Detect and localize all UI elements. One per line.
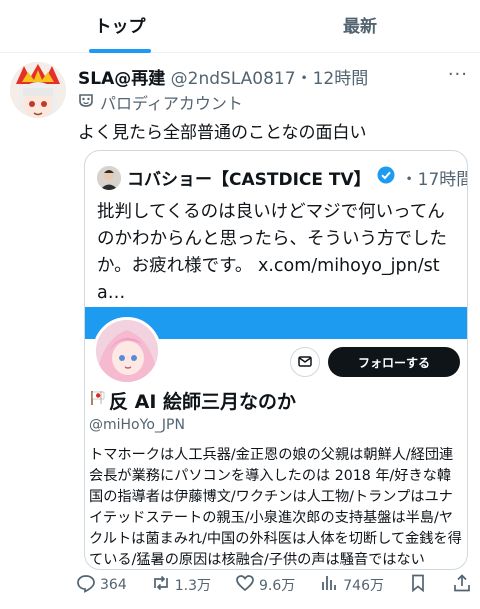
like-icon (235, 573, 255, 597)
reply-icon (76, 573, 96, 597)
parody-label-row: パロディアカウント (78, 90, 243, 114)
views-icon (319, 573, 339, 597)
bookmark-button[interactable] (408, 573, 428, 597)
tab-top[interactable]: トップ (0, 0, 240, 53)
like-count: 9.6万 (259, 578, 296, 594)
avatar-illustration (10, 62, 66, 118)
post-header: SLA@再建 @2ndSLA0817・12時間 (78, 64, 368, 89)
share-button[interactable] (452, 573, 472, 597)
quote-text: 批判してくるのは良いけどマジで何いってんのかわからんと思ったら、そういう方でした… (97, 202, 447, 303)
parody-mask-icon (78, 92, 94, 112)
flag-icon (89, 389, 107, 412)
quote-author-name[interactable]: コバショー【CASTDICE TV】 (127, 165, 371, 190)
quoted-post[interactable]: コバショー【CASTDICE TV】 ・17時間 批判してくるのは良いけどマジで… (84, 150, 468, 570)
quote-time[interactable]: ・17時間 (401, 165, 467, 190)
profile-bio: トマホークは人工兵器/金正恩の娘の父親は朝鮮人/経団連会長が業務にパソコンを導入… (89, 447, 462, 568)
post-actions: 364 1.3万 9.6万 746万 (76, 570, 472, 600)
post-text: よく見たら全部普通のことなの面白い (78, 123, 367, 143)
repost-count: 1.3万 (174, 578, 211, 594)
parody-label: パロディアカウント (100, 94, 243, 113)
quote-author-avatar[interactable] (97, 165, 121, 190)
profile-avatar (93, 317, 161, 385)
tab-latest[interactable]: 最新 (240, 0, 480, 52)
reply-count: 364 (100, 577, 127, 593)
like-button[interactable]: 9.6万 (235, 573, 295, 597)
profile-handle: @miHoYo_JPN (89, 417, 185, 433)
message-button[interactable] (290, 347, 320, 377)
bookmark-icon (408, 573, 428, 597)
more-icon[interactable]: ··· (448, 64, 468, 85)
verified-badge-icon (377, 166, 395, 189)
repost-icon (151, 573, 171, 597)
profile-name: 反 AI 絵師三月なのか (109, 391, 297, 413)
timeline-tabs: トップ 最新 (0, 0, 480, 53)
tab-top-label: トップ (94, 16, 146, 37)
author-handle-time[interactable]: @2ndSLA0817・12時間 (171, 69, 369, 89)
quote-header: コバショー【CASTDICE TV】 ・17時間 (97, 165, 467, 190)
author-name[interactable]: SLA@再建 (78, 69, 165, 89)
profile-name-row: 反 AI 絵師三月なのか (89, 387, 296, 414)
follow-button[interactable]: フォローする (328, 347, 460, 377)
views-count: 746万 (343, 578, 384, 594)
share-icon (452, 573, 472, 597)
tab-latest-label: 最新 (343, 16, 377, 37)
repost-button[interactable]: 1.3万 (151, 573, 211, 597)
reply-button[interactable]: 364 (76, 573, 127, 597)
mail-icon (298, 353, 312, 372)
views-button[interactable]: 746万 (319, 573, 384, 597)
active-tab-indicator (89, 49, 151, 53)
author-avatar[interactable] (10, 62, 66, 118)
